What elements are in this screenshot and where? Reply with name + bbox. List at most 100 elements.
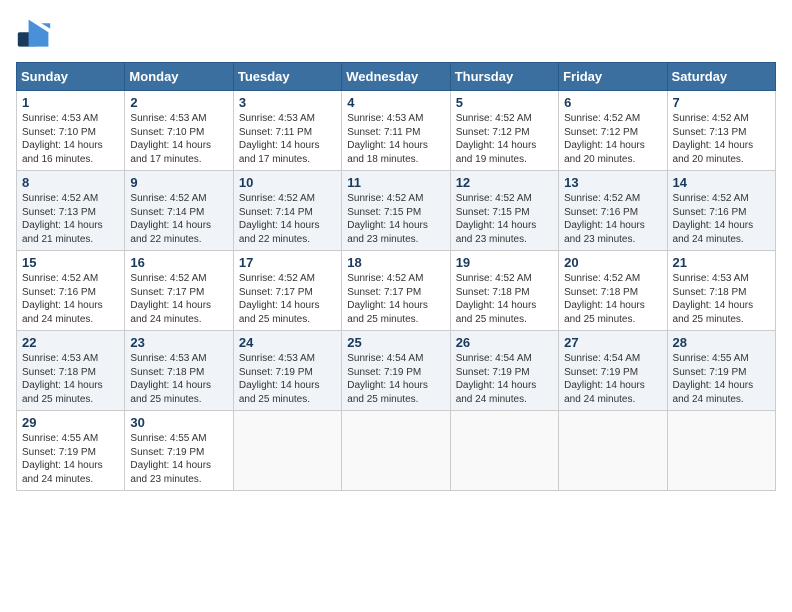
calendar-day-cell: 15 Sunrise: 4:52 AMSunset: 7:16 PMDaylig… [17, 251, 125, 331]
cell-text: Sunrise: 4:55 AMSunset: 7:19 PMDaylight:… [130, 433, 211, 485]
weekday-header-cell: Tuesday [233, 63, 341, 91]
day-number: 23 [130, 335, 227, 350]
calendar-day-cell: 7 Sunrise: 4:52 AMSunset: 7:13 PMDayligh… [667, 91, 775, 171]
calendar-day-cell: 6 Sunrise: 4:52 AMSunset: 7:12 PMDayligh… [559, 91, 667, 171]
page-header [16, 16, 776, 52]
cell-text: Sunrise: 4:54 AMSunset: 7:19 PMDaylight:… [347, 353, 428, 405]
calendar-day-cell: 14 Sunrise: 4:52 AMSunset: 7:16 PMDaylig… [667, 171, 775, 251]
cell-text: Sunrise: 4:52 AMSunset: 7:17 PMDaylight:… [130, 273, 211, 325]
day-number: 21 [673, 255, 770, 270]
day-number: 4 [347, 95, 444, 110]
calendar-day-cell: 21 Sunrise: 4:53 AMSunset: 7:18 PMDaylig… [667, 251, 775, 331]
calendar-day-cell: 16 Sunrise: 4:52 AMSunset: 7:17 PMDaylig… [125, 251, 233, 331]
cell-text: Sunrise: 4:52 AMSunset: 7:16 PMDaylight:… [673, 193, 754, 245]
cell-text: Sunrise: 4:52 AMSunset: 7:16 PMDaylight:… [564, 193, 645, 245]
cell-text: Sunrise: 4:52 AMSunset: 7:17 PMDaylight:… [239, 273, 320, 325]
calendar-day-cell [450, 411, 558, 491]
calendar-day-cell: 9 Sunrise: 4:52 AMSunset: 7:14 PMDayligh… [125, 171, 233, 251]
calendar-week-row: 22 Sunrise: 4:53 AMSunset: 7:18 PMDaylig… [17, 331, 776, 411]
cell-text: Sunrise: 4:53 AMSunset: 7:10 PMDaylight:… [130, 113, 211, 165]
calendar-week-row: 8 Sunrise: 4:52 AMSunset: 7:13 PMDayligh… [17, 171, 776, 251]
cell-text: Sunrise: 4:52 AMSunset: 7:12 PMDaylight:… [564, 113, 645, 165]
cell-text: Sunrise: 4:52 AMSunset: 7:12 PMDaylight:… [456, 113, 537, 165]
day-number: 30 [130, 415, 227, 430]
day-number: 7 [673, 95, 770, 110]
calendar-table: SundayMondayTuesdayWednesdayThursdayFrid… [16, 62, 776, 491]
calendar-day-cell: 22 Sunrise: 4:53 AMSunset: 7:18 PMDaylig… [17, 331, 125, 411]
calendar-day-cell: 18 Sunrise: 4:52 AMSunset: 7:17 PMDaylig… [342, 251, 450, 331]
weekday-header-cell: Thursday [450, 63, 558, 91]
day-number: 13 [564, 175, 661, 190]
calendar-day-cell: 13 Sunrise: 4:52 AMSunset: 7:16 PMDaylig… [559, 171, 667, 251]
calendar-day-cell [342, 411, 450, 491]
day-number: 11 [347, 175, 444, 190]
cell-text: Sunrise: 4:52 AMSunset: 7:13 PMDaylight:… [22, 193, 103, 245]
cell-text: Sunrise: 4:55 AMSunset: 7:19 PMDaylight:… [22, 433, 103, 485]
logo-icon [16, 16, 52, 52]
cell-text: Sunrise: 4:52 AMSunset: 7:16 PMDaylight:… [22, 273, 103, 325]
calendar-day-cell [667, 411, 775, 491]
day-number: 25 [347, 335, 444, 350]
cell-text: Sunrise: 4:53 AMSunset: 7:18 PMDaylight:… [130, 353, 211, 405]
calendar-day-cell: 2 Sunrise: 4:53 AMSunset: 7:10 PMDayligh… [125, 91, 233, 171]
calendar-day-cell: 11 Sunrise: 4:52 AMSunset: 7:15 PMDaylig… [342, 171, 450, 251]
day-number: 26 [456, 335, 553, 350]
day-number: 9 [130, 175, 227, 190]
weekday-header-cell: Monday [125, 63, 233, 91]
cell-text: Sunrise: 4:53 AMSunset: 7:19 PMDaylight:… [239, 353, 320, 405]
day-number: 6 [564, 95, 661, 110]
calendar-day-cell: 19 Sunrise: 4:52 AMSunset: 7:18 PMDaylig… [450, 251, 558, 331]
calendar-day-cell [559, 411, 667, 491]
cell-text: Sunrise: 4:53 AMSunset: 7:18 PMDaylight:… [22, 353, 103, 405]
day-number: 28 [673, 335, 770, 350]
calendar-day-cell: 4 Sunrise: 4:53 AMSunset: 7:11 PMDayligh… [342, 91, 450, 171]
calendar-day-cell: 20 Sunrise: 4:52 AMSunset: 7:18 PMDaylig… [559, 251, 667, 331]
calendar-day-cell: 5 Sunrise: 4:52 AMSunset: 7:12 PMDayligh… [450, 91, 558, 171]
cell-text: Sunrise: 4:54 AMSunset: 7:19 PMDaylight:… [456, 353, 537, 405]
day-number: 3 [239, 95, 336, 110]
cell-text: Sunrise: 4:55 AMSunset: 7:19 PMDaylight:… [673, 353, 754, 405]
calendar-day-cell: 24 Sunrise: 4:53 AMSunset: 7:19 PMDaylig… [233, 331, 341, 411]
weekday-header-cell: Friday [559, 63, 667, 91]
day-number: 29 [22, 415, 119, 430]
calendar-day-cell: 1 Sunrise: 4:53 AMSunset: 7:10 PMDayligh… [17, 91, 125, 171]
cell-text: Sunrise: 4:53 AMSunset: 7:11 PMDaylight:… [239, 113, 320, 165]
calendar-week-row: 29 Sunrise: 4:55 AMSunset: 7:19 PMDaylig… [17, 411, 776, 491]
day-number: 14 [673, 175, 770, 190]
day-number: 22 [22, 335, 119, 350]
day-number: 16 [130, 255, 227, 270]
day-number: 10 [239, 175, 336, 190]
calendar-body: 1 Sunrise: 4:53 AMSunset: 7:10 PMDayligh… [17, 91, 776, 491]
cell-text: Sunrise: 4:52 AMSunset: 7:15 PMDaylight:… [347, 193, 428, 245]
calendar-day-cell: 30 Sunrise: 4:55 AMSunset: 7:19 PMDaylig… [125, 411, 233, 491]
cell-text: Sunrise: 4:52 AMSunset: 7:18 PMDaylight:… [456, 273, 537, 325]
cell-text: Sunrise: 4:52 AMSunset: 7:15 PMDaylight:… [456, 193, 537, 245]
day-number: 17 [239, 255, 336, 270]
calendar-day-cell: 27 Sunrise: 4:54 AMSunset: 7:19 PMDaylig… [559, 331, 667, 411]
calendar-day-cell: 23 Sunrise: 4:53 AMSunset: 7:18 PMDaylig… [125, 331, 233, 411]
day-number: 18 [347, 255, 444, 270]
day-number: 15 [22, 255, 119, 270]
day-number: 1 [22, 95, 119, 110]
calendar-day-cell: 26 Sunrise: 4:54 AMSunset: 7:19 PMDaylig… [450, 331, 558, 411]
cell-text: Sunrise: 4:53 AMSunset: 7:18 PMDaylight:… [673, 273, 754, 325]
day-number: 20 [564, 255, 661, 270]
calendar-week-row: 1 Sunrise: 4:53 AMSunset: 7:10 PMDayligh… [17, 91, 776, 171]
cell-text: Sunrise: 4:53 AMSunset: 7:10 PMDaylight:… [22, 113, 103, 165]
weekday-header-cell: Saturday [667, 63, 775, 91]
day-number: 24 [239, 335, 336, 350]
calendar-day-cell: 28 Sunrise: 4:55 AMSunset: 7:19 PMDaylig… [667, 331, 775, 411]
cell-text: Sunrise: 4:52 AMSunset: 7:14 PMDaylight:… [239, 193, 320, 245]
cell-text: Sunrise: 4:54 AMSunset: 7:19 PMDaylight:… [564, 353, 645, 405]
day-number: 5 [456, 95, 553, 110]
calendar-day-cell [233, 411, 341, 491]
day-number: 19 [456, 255, 553, 270]
day-number: 12 [456, 175, 553, 190]
day-number: 8 [22, 175, 119, 190]
calendar-header-row: SundayMondayTuesdayWednesdayThursdayFrid… [17, 63, 776, 91]
cell-text: Sunrise: 4:52 AMSunset: 7:17 PMDaylight:… [347, 273, 428, 325]
weekday-header-cell: Wednesday [342, 63, 450, 91]
calendar-day-cell: 8 Sunrise: 4:52 AMSunset: 7:13 PMDayligh… [17, 171, 125, 251]
calendar-day-cell: 10 Sunrise: 4:52 AMSunset: 7:14 PMDaylig… [233, 171, 341, 251]
calendar-day-cell: 3 Sunrise: 4:53 AMSunset: 7:11 PMDayligh… [233, 91, 341, 171]
